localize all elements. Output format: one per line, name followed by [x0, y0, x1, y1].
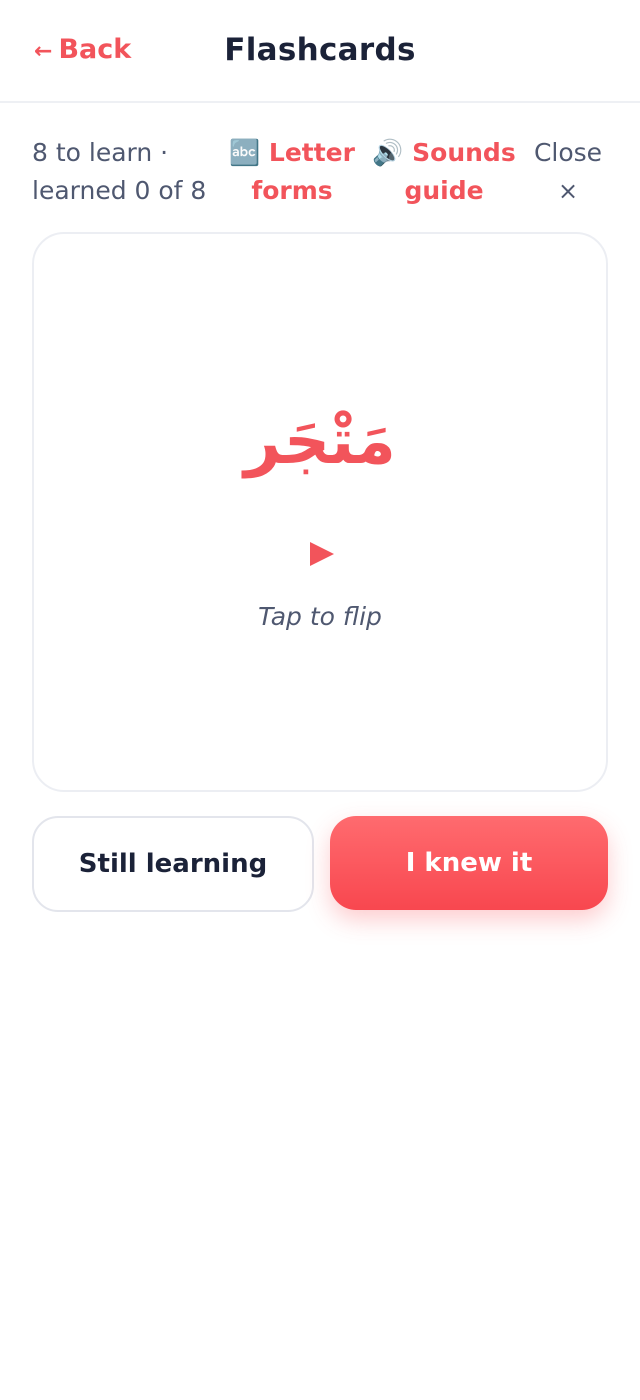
close-label: Close: [533, 138, 603, 167]
close-icon: ×: [557, 177, 579, 205]
tap-to-flip-hint: Tap to flip: [258, 602, 382, 631]
sounds-guide-label-2: guide: [404, 176, 484, 205]
letter-forms-label-1: Letter: [268, 138, 355, 167]
top-header: ← Back Flashcards: [0, 0, 640, 103]
abc-icon: 🔤: [229, 138, 261, 167]
play-icon-svg: [310, 542, 334, 566]
letter-forms-label-2: forms: [251, 176, 333, 205]
close-button[interactable]: Close ×: [528, 134, 608, 210]
arabic-word: مَتْجَر: [244, 405, 396, 479]
progress-learned: learned 0 of 8: [32, 176, 207, 205]
speaker-icon: 🔊: [372, 138, 404, 167]
flashcard-toolbar: 8 to learn · learned 0 of 8 🔤 Letter for…: [32, 134, 608, 214]
progress-to-learn: 8 to learn ·: [32, 138, 169, 167]
progress-text: 8 to learn · learned 0 of 8: [32, 134, 222, 210]
play-icon[interactable]: [306, 534, 338, 574]
flashcard[interactable]: مَتْجَر Tap to flip: [32, 232, 608, 792]
i-knew-it-button[interactable]: I knew it: [330, 816, 608, 910]
sounds-guide-label-1: Sounds: [412, 138, 516, 167]
letter-forms-link[interactable]: 🔤 Letter forms: [228, 134, 356, 210]
still-learning-button[interactable]: Still learning: [32, 816, 314, 912]
sounds-guide-link[interactable]: 🔊 Sounds guide: [370, 134, 518, 210]
page-title: Flashcards: [224, 32, 416, 68]
